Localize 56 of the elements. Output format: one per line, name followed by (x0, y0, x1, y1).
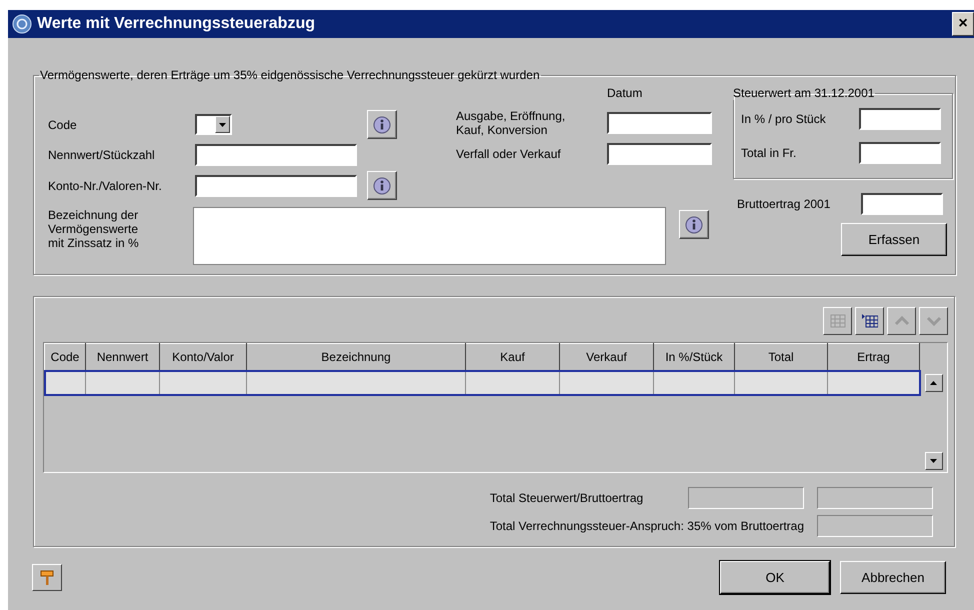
total-label: Total Verrechnungssteuer-Anspruch: 35% vom Bruttoertrag (490, 519, 804, 533)
input-field[interactable] (195, 144, 357, 166)
column-header[interactable]: In %/Stück (654, 344, 734, 371)
scroll-down-button[interactable] (924, 452, 942, 470)
text-area[interactable] (193, 207, 666, 265)
arrow-up-icon (930, 381, 937, 385)
column-header[interactable]: Ertrag (828, 344, 920, 371)
column-header[interactable]: Code (44, 344, 86, 371)
close-button[interactable]: × (952, 12, 974, 36)
capture-button[interactable]: Erfassen (841, 223, 947, 256)
group-title: Vermögenswerte, deren Erträge um 35% eidgenössische Verrechnungssteuer gekürzt wurden (39, 68, 541, 82)
cancel-button[interactable]: Abbrechen (840, 561, 946, 594)
input-field[interactable] (195, 174, 357, 196)
caret-icon (219, 122, 226, 126)
info-icon (685, 216, 703, 234)
info-icon (373, 176, 391, 194)
field-label: Verfall oder Verkauf (456, 147, 562, 161)
column-header[interactable]: Verkauf (560, 344, 654, 371)
input-field[interactable] (861, 193, 943, 215)
info-button[interactable] (367, 110, 397, 139)
column-header[interactable]: Konto/Valor (160, 344, 246, 371)
info-button[interactable] (679, 210, 709, 239)
scroll-up-button[interactable] (924, 374, 942, 392)
table-cell (44, 371, 86, 394)
table-row[interactable] (44, 371, 920, 394)
field-label: Bruttoertrag 2001 (737, 197, 832, 211)
grid-icon (830, 313, 846, 329)
group-title: Steuerwert am 31.12.2001 (732, 86, 876, 100)
field-label: Bezeichnung der Vermögenswerte mit Zinssatz in % (48, 207, 140, 250)
table-insert-icon (862, 313, 878, 329)
field-label: Total in Fr. (741, 146, 798, 160)
field-label: In % / pro Stück (741, 112, 827, 126)
field-label: Ausgabe, Eröffnung, Kauf, Konversion (456, 109, 566, 137)
field-label: Konto-Nr./Valoren-Nr. (48, 178, 163, 192)
info-button[interactable] (367, 171, 397, 200)
tool-button[interactable] (32, 564, 62, 591)
column-heading: Datum (607, 86, 642, 100)
app-icon (12, 14, 32, 34)
total-label: Total Steuerwert/Bruttoertrag (490, 491, 644, 505)
input-field[interactable] (607, 112, 712, 134)
hammer-icon (40, 570, 54, 586)
input-field[interactable] (607, 143, 712, 165)
column-header[interactable]: Nennwert (86, 344, 160, 371)
input-field[interactable] (859, 142, 941, 164)
field-label: Nennwert/Stückzahl (48, 148, 156, 162)
input-field[interactable] (859, 108, 941, 130)
toolbar-button[interactable] (855, 307, 884, 335)
column-header[interactable]: Total (734, 344, 828, 371)
info-icon (373, 116, 391, 134)
column-header[interactable]: Kauf (466, 344, 560, 371)
field-label: Code (48, 118, 78, 132)
dropdown[interactable] (195, 114, 232, 135)
ok-button[interactable]: OK (720, 561, 830, 594)
arrow-down-icon (930, 459, 937, 463)
column-header[interactable]: Bezeichnung (246, 344, 466, 371)
window-title: Werte mit Verrechnungssteuerabzug (37, 15, 316, 33)
